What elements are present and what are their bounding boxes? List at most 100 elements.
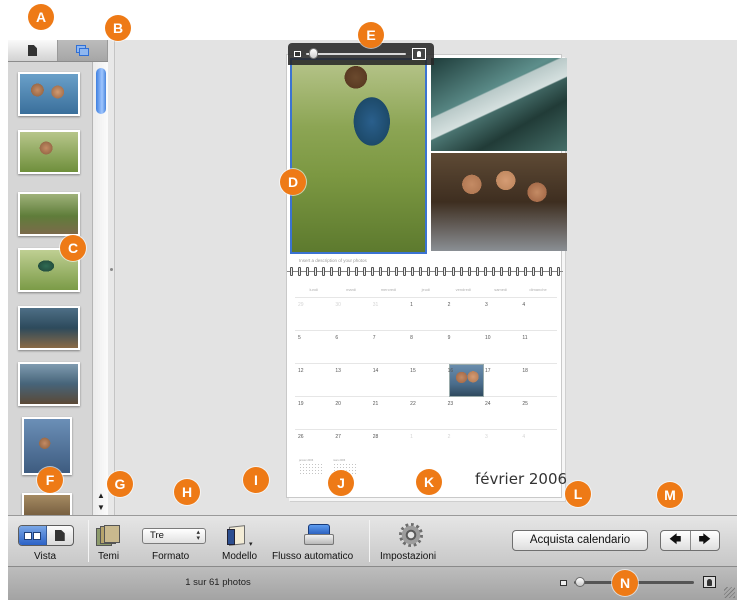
binding-ring	[451, 267, 455, 276]
binding-ring	[443, 267, 447, 276]
calendar-day-cell[interactable]: 2	[445, 430, 482, 462]
calendar-day-cell[interactable]: 6	[332, 331, 369, 363]
view-single-page-button[interactable]	[47, 526, 74, 545]
photo-zoom-slider[interactable]	[288, 43, 434, 65]
calendar-day-cell[interactable]: 18	[519, 364, 556, 396]
calendar-day-cell[interactable]: 7	[370, 331, 407, 363]
photo-thumbnail[interactable]	[22, 493, 72, 515]
calendar-day-cell[interactable]: 13	[332, 364, 369, 396]
calendar-day-cell[interactable]: 9	[445, 331, 482, 363]
settings-button[interactable]: Impostazioni	[380, 551, 436, 562]
calendar-day-cell[interactable]: 3	[482, 430, 519, 462]
callout-l: L	[565, 481, 591, 507]
photo-description-field[interactable]: Insert a description of your photos	[299, 258, 367, 263]
small-thumbnail-icon	[560, 580, 567, 586]
calendar-day-cell[interactable]: 20	[332, 397, 369, 429]
calendar-day-cell[interactable]: 11	[519, 331, 556, 363]
calendar-day-cell[interactable]: 24	[482, 397, 519, 429]
calendar-week-row: 19 20 21 22 23 24 25	[295, 396, 557, 429]
calendar-day-cell[interactable]: 15	[407, 364, 444, 396]
calendar-day-cell[interactable]: 27	[332, 430, 369, 462]
calendar-day-cell[interactable]: 1	[407, 298, 444, 330]
scrollbar-thumb[interactable]	[96, 68, 106, 114]
tab-photos[interactable]	[58, 40, 108, 61]
zoom-slider-knob[interactable]	[309, 48, 318, 59]
binding-ring	[338, 267, 342, 276]
format-select[interactable]: Tre ▴ ▾	[142, 528, 206, 544]
calendar-day-cell[interactable]: 21	[370, 397, 407, 429]
tab-pages[interactable]	[8, 40, 58, 61]
binding-ring	[491, 267, 495, 276]
view-toggle[interactable]	[18, 525, 74, 546]
calendar-day-cell[interactable]: 26	[295, 430, 332, 462]
autoflow-icon[interactable]	[304, 522, 334, 548]
thumbnail-scrollbar[interactable]: ▲ ▼	[92, 62, 108, 515]
sidebar-tabs	[8, 40, 108, 62]
binding-ring	[378, 267, 382, 276]
themes-button[interactable]: Temi	[98, 551, 119, 562]
day-number: 12	[298, 368, 304, 374]
calendar-day-cell[interactable]: 10	[482, 331, 519, 363]
photo-thumbnail[interactable]	[18, 362, 80, 406]
calendar-day-cell[interactable]: 1	[407, 430, 444, 462]
photo-thumbnail[interactable]	[18, 130, 80, 174]
calendar-day-cell[interactable]: 8	[407, 331, 444, 363]
calendar-day-cell[interactable]: 31	[370, 298, 407, 330]
day-number: 29	[298, 302, 304, 308]
autoflow-button[interactable]: Flusso automatico	[272, 551, 353, 562]
binding-ring	[427, 267, 431, 276]
calendar-day-cell[interactable]: 16	[445, 364, 484, 397]
day-number: 17	[484, 368, 491, 374]
calendar-day-cell[interactable]: 4	[519, 430, 556, 462]
calendar-day-cell[interactable]: 19	[295, 397, 332, 429]
calendar-day-cell[interactable]: 3	[482, 298, 519, 330]
photo-thumbnail[interactable]	[18, 192, 80, 236]
calendar-day-cell[interactable]: 22	[407, 397, 444, 429]
day-number: 28	[372, 434, 379, 440]
selected-photo-frame[interactable]	[290, 58, 427, 254]
weekday-label: jeudi	[421, 287, 431, 292]
page-navigation[interactable]: 🡄 🡆	[660, 530, 720, 551]
splitter-handle[interactable]	[110, 268, 113, 271]
layout-button[interactable]: Modello	[222, 551, 257, 562]
calendar-day-cell[interactable]: 29	[295, 298, 332, 330]
binding-ring	[516, 267, 520, 276]
scroll-up-arrow-icon[interactable]: ▲	[94, 490, 108, 502]
calendar-day-cell[interactable]: 30	[332, 298, 369, 330]
photo-thumbnail-list[interactable]	[8, 62, 92, 515]
previous-page-button[interactable]: 🡄	[661, 531, 691, 550]
gear-icon[interactable]	[399, 523, 423, 547]
next-page-button[interactable]: 🡆	[691, 531, 720, 550]
month-title[interactable]: février 2006	[475, 470, 567, 488]
binding-ring	[403, 267, 407, 276]
binding-ring	[467, 267, 471, 276]
calendar-day-cell[interactable]: 12	[295, 364, 332, 396]
calendar-day-cell[interactable]: 23	[445, 397, 482, 429]
scroll-down-arrow-icon[interactable]: ▼	[94, 502, 108, 514]
photo-thumbnail[interactable]	[18, 72, 80, 116]
buy-calendar-button[interactable]: Acquista calendario	[512, 530, 648, 551]
layout-icon[interactable]: ▾	[225, 524, 253, 548]
thumbnail-size-slider-knob[interactable]	[575, 577, 585, 587]
calendar-day-cell[interactable]: 28	[370, 430, 407, 462]
photo-thumbnail[interactable]	[18, 306, 80, 350]
binding-ring	[540, 267, 544, 276]
calendar-day-cell[interactable]: 4	[519, 298, 556, 330]
zoom-slider-track[interactable]	[306, 53, 406, 55]
sidebar-splitter[interactable]	[108, 40, 115, 515]
photo-frame[interactable]	[431, 153, 567, 251]
calendar-day-cell[interactable]: 14	[370, 364, 407, 396]
day-number: 16	[447, 368, 454, 374]
calendar-day-cell[interactable]: 17	[482, 364, 519, 396]
arrow-left-icon: 🡄	[669, 532, 682, 546]
themes-icon[interactable]	[96, 525, 122, 547]
day-number: 31	[372, 302, 379, 308]
photo-frame[interactable]	[431, 58, 567, 151]
calendar-day-cell[interactable]: 25	[519, 397, 556, 429]
view-spread-button[interactable]	[19, 526, 47, 545]
day-photo[interactable]	[448, 364, 484, 397]
binding-ring	[354, 267, 358, 276]
window-resize-grip[interactable]	[724, 587, 735, 598]
calendar-day-cell[interactable]: 5	[295, 331, 332, 363]
calendar-day-cell[interactable]: 2	[445, 298, 482, 330]
